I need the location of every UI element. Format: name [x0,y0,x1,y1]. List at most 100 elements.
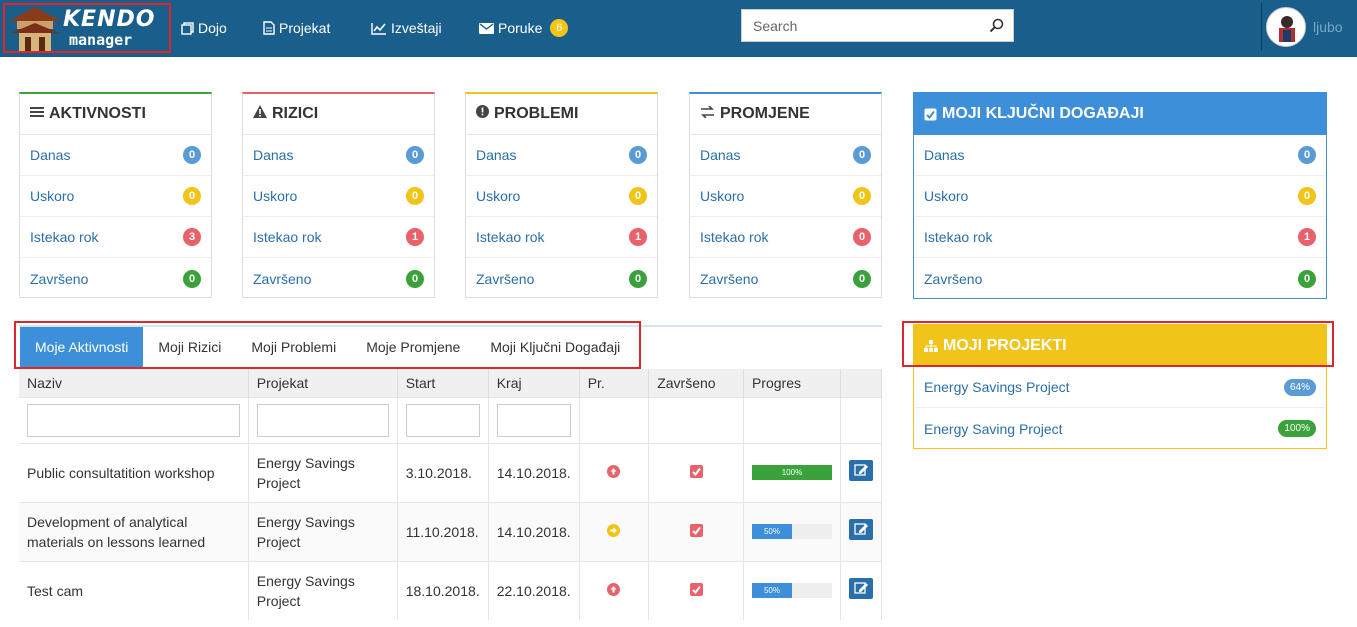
warning-icon [253,105,267,123]
panel-promjene: PROMJENE Danas 0 Uskoro 0 Istekao rok 0 Završen… [689,92,882,298]
cell-priority [579,560,650,620]
table-row[interactable]: Development of analytical materials on l… [19,501,883,561]
col-priority[interactable]: Pr. [579,369,650,397]
cell-projekat: Energy Savings Project [248,442,398,502]
filter-naziv-input[interactable] [27,403,240,437]
filter-projekat-input[interactable] [256,403,389,437]
col-kraj[interactable]: Kraj [488,369,580,397]
filter-start-input[interactable] [405,403,480,437]
panel-row[interactable]: Istekao rok 1 [466,217,657,258]
progress-bar: 100% [751,465,832,480]
nav-izvestaji[interactable]: Izveštaji [371,18,442,38]
nav-dojo[interactable]: Dojo [181,18,227,38]
panel-row-label[interactable]: Istekao rok [476,229,544,245]
panel-row-label[interactable]: Završeno [253,271,311,287]
panel-row-label[interactable]: Istekao rok [30,229,98,245]
checkbox-icon [924,108,937,120]
activities-table: Naziv Projekat Start Kraj Pr. Završeno P… [19,369,883,620]
key-event-row[interactable]: Istekao rok 1 [914,217,1326,258]
nav-poruke[interactable]: Poruke 6 [479,18,569,38]
key-event-label[interactable]: Završeno [924,271,982,287]
panel-row-label[interactable]: Istekao rok [253,229,321,245]
panel-row[interactable]: Uskoro 0 [20,176,211,217]
progress-bar: 50% [751,524,832,539]
project-link[interactable]: Energy Saving Project [924,421,1063,437]
panel-row-label[interactable]: Istekao rok [700,229,768,245]
panel-row-label[interactable]: Završeno [700,271,758,287]
key-event-row[interactable]: Uskoro 0 [914,176,1326,217]
panel-row-label[interactable]: Danas [253,147,293,163]
panel-row[interactable]: Danas 0 [466,135,657,176]
panel-row[interactable]: Uskoro 0 [690,176,881,217]
panel-row-label[interactable]: Završeno [30,271,88,287]
cell-zavrseno[interactable] [648,442,744,502]
avatar[interactable] [1266,7,1306,47]
panel-row[interactable]: Završeno 0 [20,258,211,299]
filter-kraj-input[interactable] [496,403,571,437]
cell-start: 11.10.2018. [397,501,489,561]
panel-row[interactable]: Istekao rok 0 [690,217,881,258]
count-badge: 0 [853,228,871,246]
checked-checkbox-icon[interactable] [689,464,703,478]
cell-progres: 100% [743,442,841,502]
edit-button[interactable] [848,577,873,599]
count-badge: 0 [1298,146,1316,164]
panel-row[interactable]: Danas 0 [243,135,434,176]
count-badge: 0 [629,146,647,164]
project-row[interactable]: Energy Saving Project 100% [914,408,1326,449]
cell-zavrseno[interactable] [648,501,744,561]
panel-row[interactable]: Danas 0 [20,135,211,176]
project-row[interactable]: Energy Savings Project 64% [914,367,1326,408]
panel-row-label[interactable]: Uskoro [700,188,744,204]
panel-row-label[interactable]: Uskoro [253,188,297,204]
panel-row-label[interactable]: Uskoro [476,188,520,204]
file-icon [263,21,275,35]
nav-projekat[interactable]: Projekat [263,18,330,38]
col-zavrseno[interactable]: Završeno [648,369,744,397]
panel-row[interactable]: Danas 0 [690,135,881,176]
cell-zavrseno[interactable] [648,560,744,620]
panel-row-label[interactable]: Danas [700,147,740,163]
panel-row-label[interactable]: Završeno [476,271,534,287]
table-row[interactable]: Public consultatition workshop Energy Sav… [19,442,883,502]
project-link[interactable]: Energy Savings Project [924,379,1070,395]
count-badge: 0 [183,146,201,164]
col-start[interactable]: Start [397,369,489,397]
panel-header: RIZICI [243,94,434,135]
key-event-row[interactable]: Završeno 0 [914,258,1326,299]
col-projekat[interactable]: Projekat [248,369,398,397]
col-progres[interactable]: Progres [743,369,841,397]
cell-actions [840,560,883,620]
key-event-row[interactable]: Danas 0 [914,135,1326,176]
key-event-label[interactable]: Uskoro [924,188,968,204]
panel-row-label[interactable]: Danas [30,147,70,163]
username[interactable]: ljubo [1313,19,1343,35]
key-event-label[interactable]: Danas [924,147,964,163]
search-icon[interactable] [989,18,1004,33]
edit-icon [854,463,868,476]
panel-row[interactable]: Završeno 0 [243,258,434,299]
panel-row-label[interactable]: Uskoro [30,188,74,204]
panel-row[interactable]: Istekao rok 1 [243,217,434,258]
brand-logo[interactable]: KENDO manager [3,3,171,53]
panel-title: PROBLEMI [494,105,579,122]
cell-naziv: Test cam [19,560,249,620]
panel-row[interactable]: Završeno 0 [690,258,881,299]
checked-checkbox-icon[interactable] [689,582,703,596]
cell-naziv: Development of analytical materials on l… [19,501,249,561]
panel-row[interactable]: Uskoro 0 [466,176,657,217]
envelope-icon [479,22,494,34]
col-naziv[interactable]: Naziv [19,369,249,397]
key-event-label[interactable]: Istekao rok [924,229,992,245]
edit-button[interactable] [848,518,873,540]
table-header-row: Naziv Projekat Start Kraj Pr. Završeno P… [19,369,883,397]
panel-row[interactable]: Istekao rok 3 [20,217,211,258]
count-badge: 0 [183,187,201,205]
checked-checkbox-icon[interactable] [689,523,703,537]
search-input[interactable] [742,10,972,41]
panel-row[interactable]: Završeno 0 [466,258,657,299]
panel-row[interactable]: Uskoro 0 [243,176,434,217]
panel-row-label[interactable]: Danas [476,147,516,163]
table-row[interactable]: Test cam Energy Savings Project 18.10.2018… [19,560,883,620]
edit-button[interactable] [848,459,873,481]
